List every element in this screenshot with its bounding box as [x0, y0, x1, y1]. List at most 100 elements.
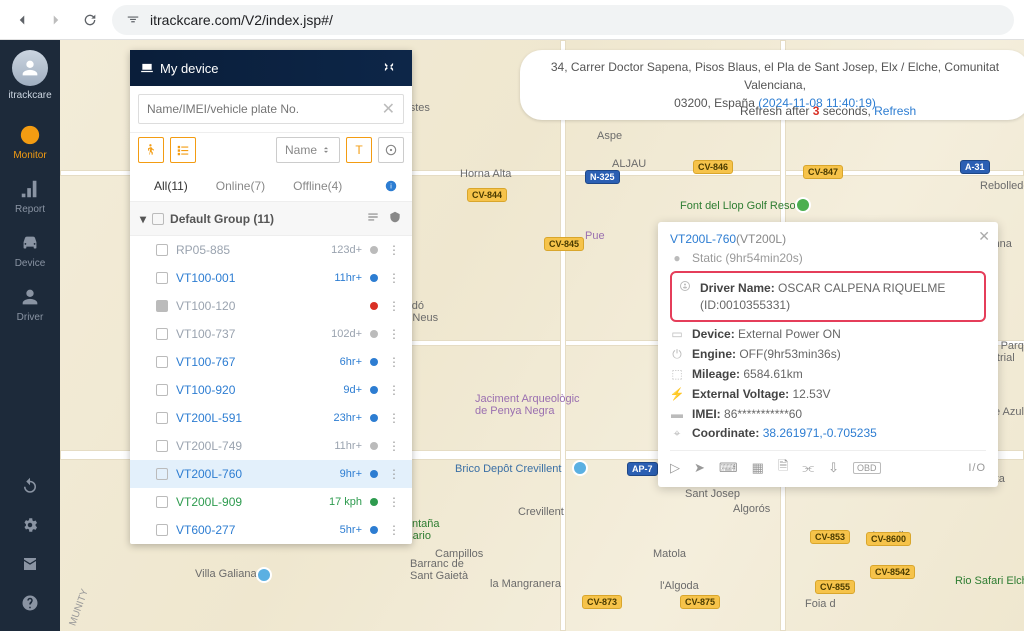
device-menu-icon[interactable]: ⋮ [386, 355, 402, 369]
road-shield: CV-8542 [870, 565, 915, 579]
device-menu-icon[interactable]: ⋮ [386, 327, 402, 341]
device-checkbox[interactable] [156, 300, 168, 312]
status-dot-icon [370, 386, 378, 394]
device-checkbox[interactable] [156, 272, 168, 284]
gear-icon[interactable] [21, 516, 39, 537]
chevron-down-icon: ▾ [140, 212, 146, 226]
device-row[interactable]: VT200L-74911hr+⋮ [130, 432, 412, 460]
status-dot-icon [370, 330, 378, 338]
device-checkbox[interactable] [156, 468, 168, 480]
device-menu-icon[interactable]: ⋮ [386, 523, 402, 537]
close-icon[interactable]: ✕ [978, 228, 990, 245]
rail-item-driver[interactable]: Driver [0, 277, 60, 331]
device-list: RP05-885123d+⋮VT100-00111hr+⋮VT100-120⋮V… [130, 236, 412, 544]
device-row[interactable]: VT100-00111hr+⋮ [130, 264, 412, 292]
site-settings-icon[interactable] [124, 11, 142, 29]
collapse-icon[interactable] [382, 60, 402, 77]
place-label: ALJAU [612, 158, 646, 170]
device-name: VT200L-749 [176, 439, 326, 453]
device-name: VT200L-909 [176, 495, 321, 509]
device-menu-icon[interactable]: ⋮ [386, 299, 402, 313]
device-checkbox[interactable] [156, 356, 168, 368]
avatar[interactable] [12, 50, 48, 86]
action-nav-icon[interactable]: ➤ [694, 460, 705, 476]
info-icon[interactable]: i [384, 171, 402, 201]
walk-mode-button[interactable] [138, 137, 164, 163]
rail-item-monitor[interactable]: Monitor [0, 115, 60, 169]
device-menu-icon[interactable]: ⋮ [386, 411, 402, 425]
action-fence-icon[interactable]: ▦ [752, 460, 764, 476]
device-menu-icon[interactable]: ⋮ [386, 467, 402, 481]
action-cmd-icon[interactable]: ⌨ [719, 460, 738, 476]
device-row[interactable]: RP05-885123d+⋮ [130, 236, 412, 264]
device-info-popup: ✕ VT200L-760(VT200L) ● Static (9hr54min2… [658, 222, 998, 487]
io-button[interactable]: I/O [968, 462, 986, 474]
device-checkbox[interactable] [156, 244, 168, 256]
place-label: Brico Depôt Crevillent [455, 463, 561, 475]
device-menu-icon[interactable]: ⋮ [386, 495, 402, 509]
forward-button[interactable] [44, 8, 68, 32]
road-shield: AP-7 [627, 462, 658, 476]
undo-icon[interactable] [21, 477, 39, 498]
status-dot-icon [370, 498, 378, 506]
device-menu-icon[interactable]: ⋮ [386, 439, 402, 453]
device-status: 23hr+ [334, 412, 362, 424]
place-label: Villa Galiana [195, 568, 257, 580]
place-label: Rebolledor [980, 180, 1024, 192]
place-label: Crevillent [518, 506, 564, 518]
map-canvas[interactable]: Los Batistes Horna Alta Aspe ALJAU Alend… [60, 40, 1024, 631]
rail-item-report[interactable]: Report [0, 169, 60, 223]
device-row[interactable]: VT200L-7609hr+⋮ [130, 460, 412, 488]
group-header[interactable]: ▾ Default Group (11) [130, 202, 412, 236]
device-checkbox[interactable] [156, 496, 168, 508]
refresh-link[interactable]: Refresh [874, 104, 916, 118]
group-action-1-icon[interactable] [366, 210, 380, 227]
coordinate-link[interactable]: 38.261971,-0.705235 [763, 426, 877, 440]
device-menu-icon[interactable]: ⋮ [386, 243, 402, 257]
device-row[interactable]: VT100-7676hr+⋮ [130, 348, 412, 376]
text-mode-button[interactable]: T [346, 137, 372, 163]
list-mode-button[interactable] [170, 137, 196, 163]
device-row[interactable]: VT200L-59123hr+⋮ [130, 404, 412, 432]
group-action-2-icon[interactable] [388, 210, 402, 227]
device-name: VT100-920 [176, 383, 335, 397]
help-icon[interactable] [21, 594, 39, 615]
sort-by-name-button[interactable]: Name [276, 137, 340, 163]
status-dot-icon [370, 358, 378, 366]
mail-icon[interactable] [21, 555, 39, 576]
device-row[interactable]: VT100-737102d+⋮ [130, 320, 412, 348]
action-download-icon[interactable]: ⇩ [828, 460, 839, 476]
rail-item-device[interactable]: Device [0, 223, 60, 277]
device-checkbox[interactable] [156, 328, 168, 340]
device-row[interactable]: VT100-120⋮ [130, 292, 412, 320]
device-row[interactable]: VT100-9209d+⋮ [130, 376, 412, 404]
device-row[interactable]: VT200L-90917 kph⋮ [130, 488, 412, 516]
reload-button[interactable] [78, 8, 102, 32]
action-doc-icon[interactable]: 🗎 [778, 457, 788, 479]
action-obd-icon[interactable]: OBD [853, 462, 881, 474]
action-share-icon[interactable]: ⫘ [802, 460, 814, 476]
place-label: Aspe [597, 130, 622, 142]
back-button[interactable] [10, 8, 34, 32]
group-checkbox[interactable] [152, 213, 164, 225]
device-checkbox[interactable] [156, 524, 168, 536]
device-row[interactable]: VT600-2775hr+⋮ [130, 516, 412, 544]
device-menu-icon[interactable]: ⋮ [386, 383, 402, 397]
device-checkbox[interactable] [156, 384, 168, 396]
status-dot-icon [370, 442, 378, 450]
poi-icon [795, 197, 811, 213]
device-menu-icon[interactable]: ⋮ [386, 271, 402, 285]
clear-icon[interactable]: ✕ [382, 99, 395, 119]
url-text: itrackcare.com/V2/index.jsp#/ [150, 12, 333, 28]
road-shield: CV-845 [544, 237, 584, 251]
device-checkbox[interactable] [156, 440, 168, 452]
tab-all[interactable]: All(11) [140, 171, 202, 201]
tab-offline[interactable]: Offline(4) [279, 171, 356, 201]
target-button[interactable] [378, 137, 404, 163]
tab-online[interactable]: Online(7) [202, 171, 279, 201]
status-dot-icon [370, 274, 378, 282]
action-play-icon[interactable]: ▷ [670, 460, 680, 476]
device-search-input[interactable]: ✕ [138, 94, 404, 124]
address-bar[interactable]: itrackcare.com/V2/index.jsp#/ [112, 5, 1014, 35]
device-checkbox[interactable] [156, 412, 168, 424]
